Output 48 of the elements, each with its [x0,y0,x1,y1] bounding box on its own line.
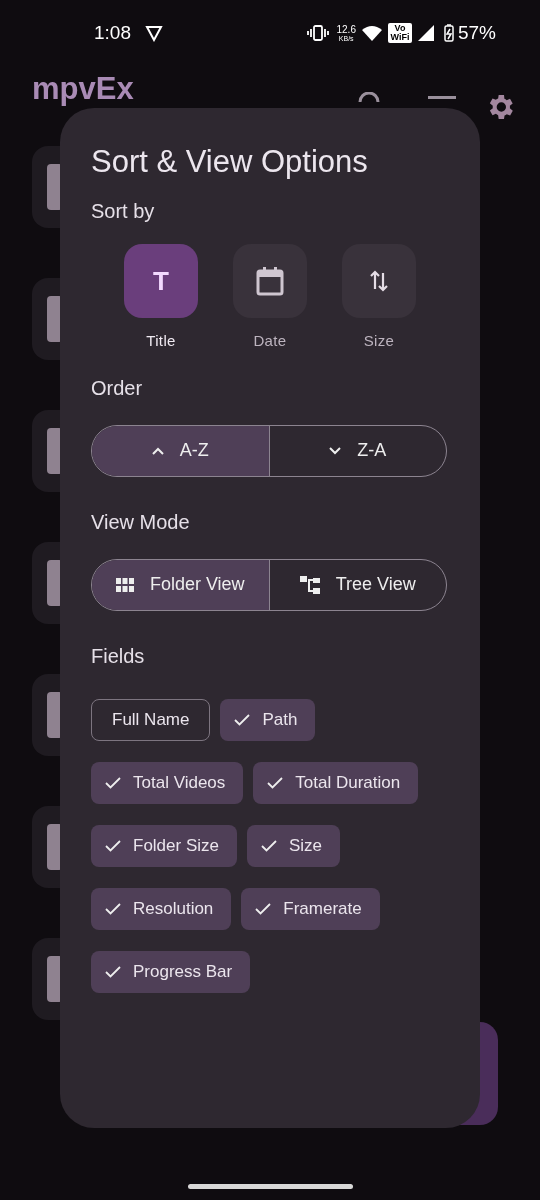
battery-percent: 57% [457,20,496,45]
sort-option-label: Title [146,331,176,351]
app-logo: mpvEx [32,73,134,105]
segment-button[interactable]: Z-A [268,425,446,476]
sort-option-label: Size [363,331,395,351]
check-icon [267,776,284,789]
vibrate-icon [306,25,329,41]
filter-chip[interactable]: Folder Size [91,824,237,867]
check-icon [234,713,251,726]
grid-icon [115,577,134,592]
filter-chip[interactable]: Resolution [91,887,232,930]
segment-button[interactable]: Folder View [92,559,269,610]
segment-button[interactable]: Tree View [268,559,446,610]
filter-chip[interactable]: Framerate [241,887,380,930]
section-label: Fields [91,643,146,669]
tree-icon [299,575,320,594]
sort-option-button[interactable] [233,244,307,318]
sort-option-button[interactable] [342,244,416,318]
status-time: 1:08 [94,20,131,45]
segment-button[interactable]: A-Z [92,425,269,476]
filter-chip[interactable]: Size [247,824,341,867]
calendar-icon [256,266,284,296]
chevron-up-icon [151,446,164,455]
network-speed: 12.6 [336,24,356,35]
check-icon [255,902,272,915]
check-icon [105,965,121,978]
check-icon [105,776,121,789]
section-label: Sort by [91,199,156,224]
swap-arrows-icon [369,269,389,293]
wifi-icon [361,25,382,41]
section-label: View Mode [91,509,191,535]
letter-icon: T [153,268,169,294]
signal-icon [417,25,434,41]
check-icon [105,839,121,852]
filter-chip[interactable]: Path [220,698,316,741]
chevron-down-icon [329,446,342,455]
section-label: Order [91,375,144,401]
filter-chip[interactable]: Total Videos [91,761,244,804]
check-icon [261,839,277,852]
filter-chip[interactable]: Total Duration [253,761,419,804]
filter-chip[interactable]: Progress Bar [91,950,251,993]
sort-option-label: Date [253,331,287,351]
vowifi-badge: Vo WiFi [387,23,412,43]
dialog-title: Sort & View Options [91,143,369,181]
check-icon [105,902,121,915]
filter-chip[interactable]: Full Name [91,698,211,741]
battery-icon [443,24,454,42]
sort-option-button[interactable]: T [124,244,198,318]
